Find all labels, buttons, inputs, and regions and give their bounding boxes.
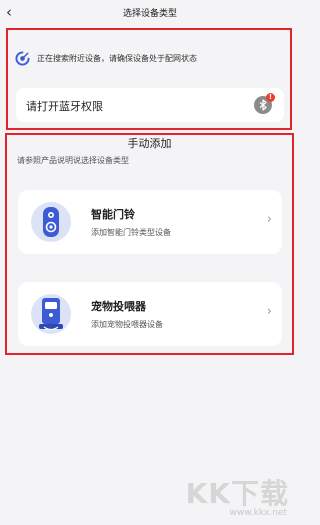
pet-feeder-icon [31,294,71,334]
chevron-right-icon: › [266,304,272,319]
device-name: 智能门铃 [91,208,135,221]
device-card-pet-feeder[interactable]: 宠物投喂器 添加宠物投喂器设备 › [18,282,282,346]
page-title: 选择设备类型 [122,9,177,19]
chevron-right-icon: › [266,212,272,227]
alert-badge: ! [266,93,275,102]
watermark-brand: KK下载 [185,477,289,510]
doorbell-icon [31,202,71,242]
scan-message: 正在搜索附近设备，请确保设备处于配网状态 [37,53,197,63]
device-card-doorbell[interactable]: 智能门铃 添加智能门铃类型设备 › [18,190,282,254]
scan-section: 正在搜索附近设备，请确保设备处于配网状态 请打开蓝牙权限 ! [6,28,292,130]
manual-add-section: 手动添加 请参照产品说明说选择设备类型 智能门铃 添加智能门铃类型设备 › 宠物… [5,133,294,355]
device-description: 添加智能门铃类型设备 [91,228,171,237]
bluetooth-permission-card[interactable]: 请打开蓝牙权限 ! [16,88,284,122]
manual-add-hint: 请参照产品说明说选择设备类型 [17,156,129,165]
scanning-icon [15,50,30,65]
bluetooth-permission-label: 请打开蓝牙权限 [26,100,103,113]
device-name: 宠物投喂器 [91,300,146,313]
watermark-url: www.kkx.net [229,508,288,518]
watermark: KK下载 www.kkx.net [175,470,295,520]
scan-status: 正在搜索附近设备，请确保设备处于配网状态 [15,49,197,67]
top-bar: ‹ 选择设备类型 [0,0,300,26]
device-description: 添加宠物投喂器设备 [91,320,163,329]
manual-add-title: 手动添加 [127,137,172,150]
